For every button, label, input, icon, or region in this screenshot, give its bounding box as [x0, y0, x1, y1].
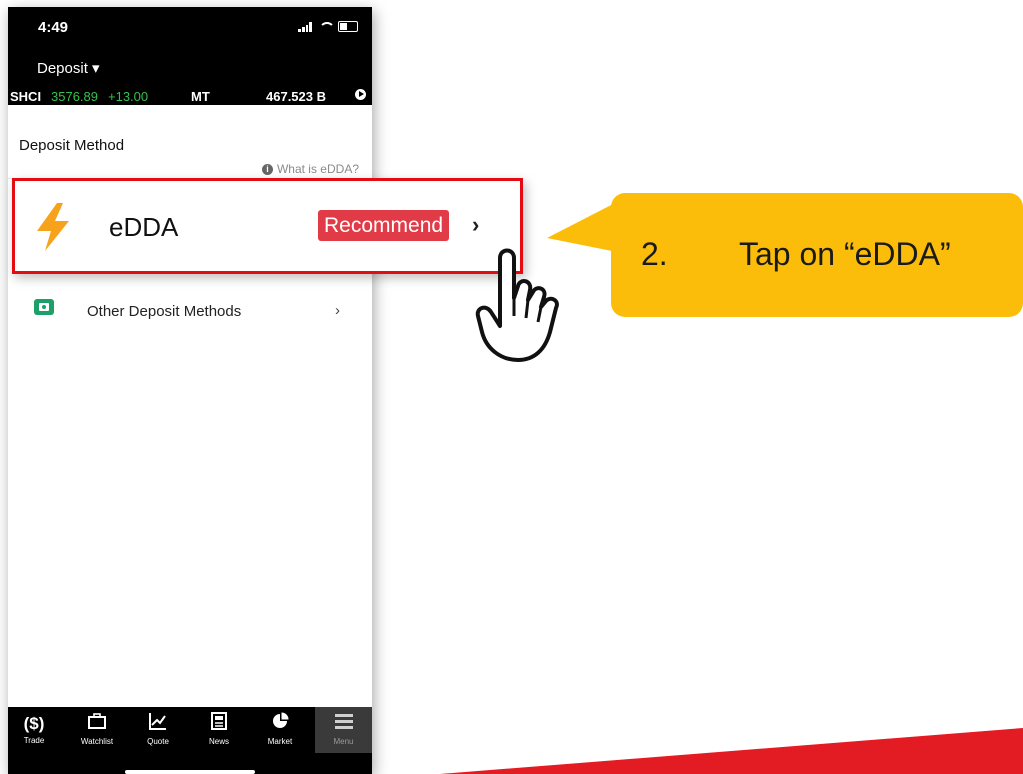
- what-is-edda-link[interactable]: i What is eDDA?: [261, 162, 359, 176]
- callout-text: Tap on “eDDA”: [739, 236, 951, 272]
- tab-quote[interactable]: Quote: [132, 707, 184, 753]
- pie-chart-icon: [254, 712, 306, 737]
- tab-label: News: [208, 737, 229, 746]
- ticker-turnover: 467.523 B: [266, 89, 326, 104]
- tab-watchlist[interactable]: Watchlist: [71, 707, 123, 753]
- phone-screen: 4:49 Deposit ▾ SHCI 3576.89 +13.00 MT 46…: [8, 7, 372, 774]
- tab-label: Quote: [147, 737, 169, 746]
- home-area: [8, 753, 372, 774]
- nav-title-dropdown[interactable]: Deposit ▾: [37, 59, 100, 77]
- chevron-right-icon: ›: [335, 302, 340, 319]
- tab-label: Watchlist: [80, 737, 114, 746]
- nav-bar: Deposit ▾: [8, 47, 372, 88]
- tab-news[interactable]: News: [193, 707, 245, 753]
- section-title: Deposit Method: [19, 137, 125, 154]
- callout-step-number: 2.: [641, 236, 668, 272]
- tap-hand-icon: [475, 248, 559, 362]
- chevron-right-icon: ›: [472, 212, 480, 237]
- battery-icon: [338, 21, 358, 32]
- tab-menu[interactable]: Menu: [315, 707, 372, 753]
- info-icon: i: [261, 163, 273, 175]
- tab-label: Market: [267, 737, 293, 746]
- signal-icon: [298, 21, 312, 32]
- wifi-icon: [318, 21, 335, 32]
- status-time: 4:49: [38, 19, 69, 36]
- ticker-value: 3576.89: [51, 89, 98, 104]
- tab-label: Menu: [333, 737, 354, 746]
- tab-trade[interactable]: ($) Trade: [8, 707, 60, 753]
- decorative-red-band: [440, 728, 1023, 774]
- instruction-callout: 2. Tap on “eDDA”: [611, 193, 1023, 317]
- play-icon[interactable]: [355, 89, 366, 100]
- what-is-edda-text: What is eDDA?: [276, 162, 359, 176]
- edda-option-highlight[interactable]: eDDA Recommend ›: [12, 178, 523, 274]
- hamburger-icon: [315, 712, 372, 737]
- line-chart-icon: [132, 712, 184, 737]
- dollar-icon: ($): [23, 714, 45, 733]
- ticker-change: +13.00: [108, 89, 149, 104]
- tab-market[interactable]: Market: [254, 707, 306, 753]
- index-ticker[interactable]: SHCI 3576.89 +13.00 MT 467.523 B: [8, 88, 372, 105]
- tab-label: Trade: [23, 736, 45, 745]
- ticker-label: MT: [191, 89, 210, 104]
- home-indicator[interactable]: [125, 770, 255, 774]
- other-deposit-methods-row[interactable]: Other Deposit Methods ›: [8, 290, 372, 338]
- status-bar: 4:49: [8, 7, 372, 47]
- newspaper-icon: [193, 712, 245, 737]
- briefcase-icon: [71, 712, 123, 737]
- money-icon: [34, 299, 54, 315]
- status-icons: [298, 21, 358, 32]
- tab-bar: ($) Trade Watchlist Quote News Market Me…: [8, 707, 372, 753]
- other-deposit-methods-label: Other Deposit Methods: [87, 303, 242, 320]
- edda-label: eDDA: [109, 212, 179, 242]
- recommend-badge: Recommend: [318, 210, 450, 241]
- lightning-bolt-icon: [37, 203, 69, 251]
- ticker-index: SHCI: [10, 89, 42, 104]
